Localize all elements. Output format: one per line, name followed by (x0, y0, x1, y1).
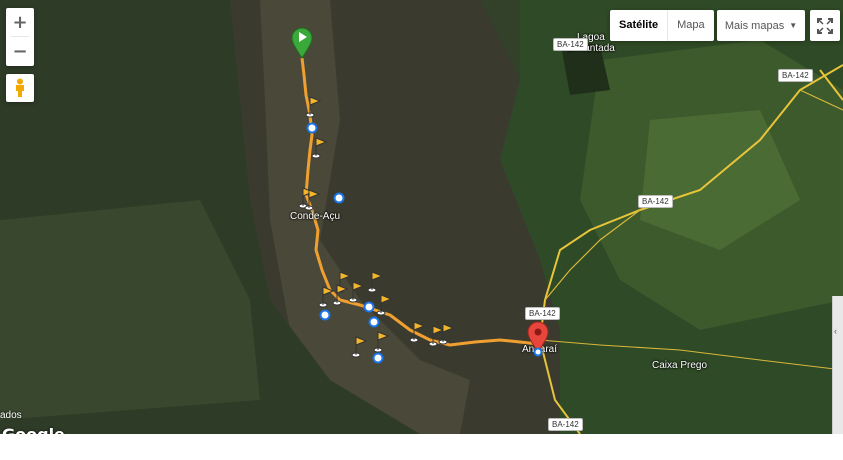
photo-point-icon (372, 352, 384, 364)
chevron-left-icon: ‹ (834, 326, 837, 336)
waypoint-flag-icon (438, 323, 455, 345)
side-panel-handle[interactable]: ‹ (832, 296, 843, 434)
waypoint-flag-icon (409, 321, 426, 343)
waypoint-flag-icon (367, 271, 384, 293)
zoom-control: + − (6, 8, 34, 66)
photo-point-icon (333, 192, 345, 204)
google-logo: Google (2, 425, 65, 434)
more-maps-label: Mais mapas (724, 19, 785, 32)
street-view-pegman[interactable] (6, 74, 34, 102)
fullscreen-icon (817, 17, 833, 34)
map-type-toggle: Satélite Mapa (610, 10, 714, 41)
waypoint-flag-icon (376, 294, 393, 316)
photo-point-icon (319, 309, 331, 321)
zoom-out-button[interactable]: − (6, 37, 34, 65)
map-type-map-button[interactable]: Mapa (668, 10, 714, 41)
zoom-in-button[interactable]: + (6, 8, 34, 36)
waypoint-flag-icon (332, 284, 349, 306)
pegman-icon (16, 78, 24, 97)
map-type-satellite-button[interactable]: Satélite (610, 10, 669, 41)
start-marker-icon (291, 27, 313, 59)
photo-point-icon (306, 122, 318, 134)
waypoint-flag-icon (348, 281, 365, 303)
route-markers (291, 27, 549, 364)
waypoint-flag-icon (351, 336, 368, 358)
place-label-cut: ados (0, 410, 22, 421)
waypoint-flag-icon (311, 137, 328, 159)
fullscreen-button[interactable] (810, 10, 840, 41)
waypoint-flag-icon (373, 331, 390, 353)
waypoint-flag-icon (318, 286, 335, 308)
photo-point-icon (533, 347, 543, 357)
photo-point-icon (368, 316, 380, 328)
map-canvas[interactable]: Lagoa Encantada Conde-Açu Andaraí Caixa … (0, 0, 843, 434)
chevron-down-icon: ▼ (789, 21, 798, 30)
photo-point-icon (363, 301, 375, 313)
more-maps-dropdown[interactable]: Mais mapas ▼ (717, 10, 805, 41)
waypoint-flag-icon (305, 96, 322, 118)
